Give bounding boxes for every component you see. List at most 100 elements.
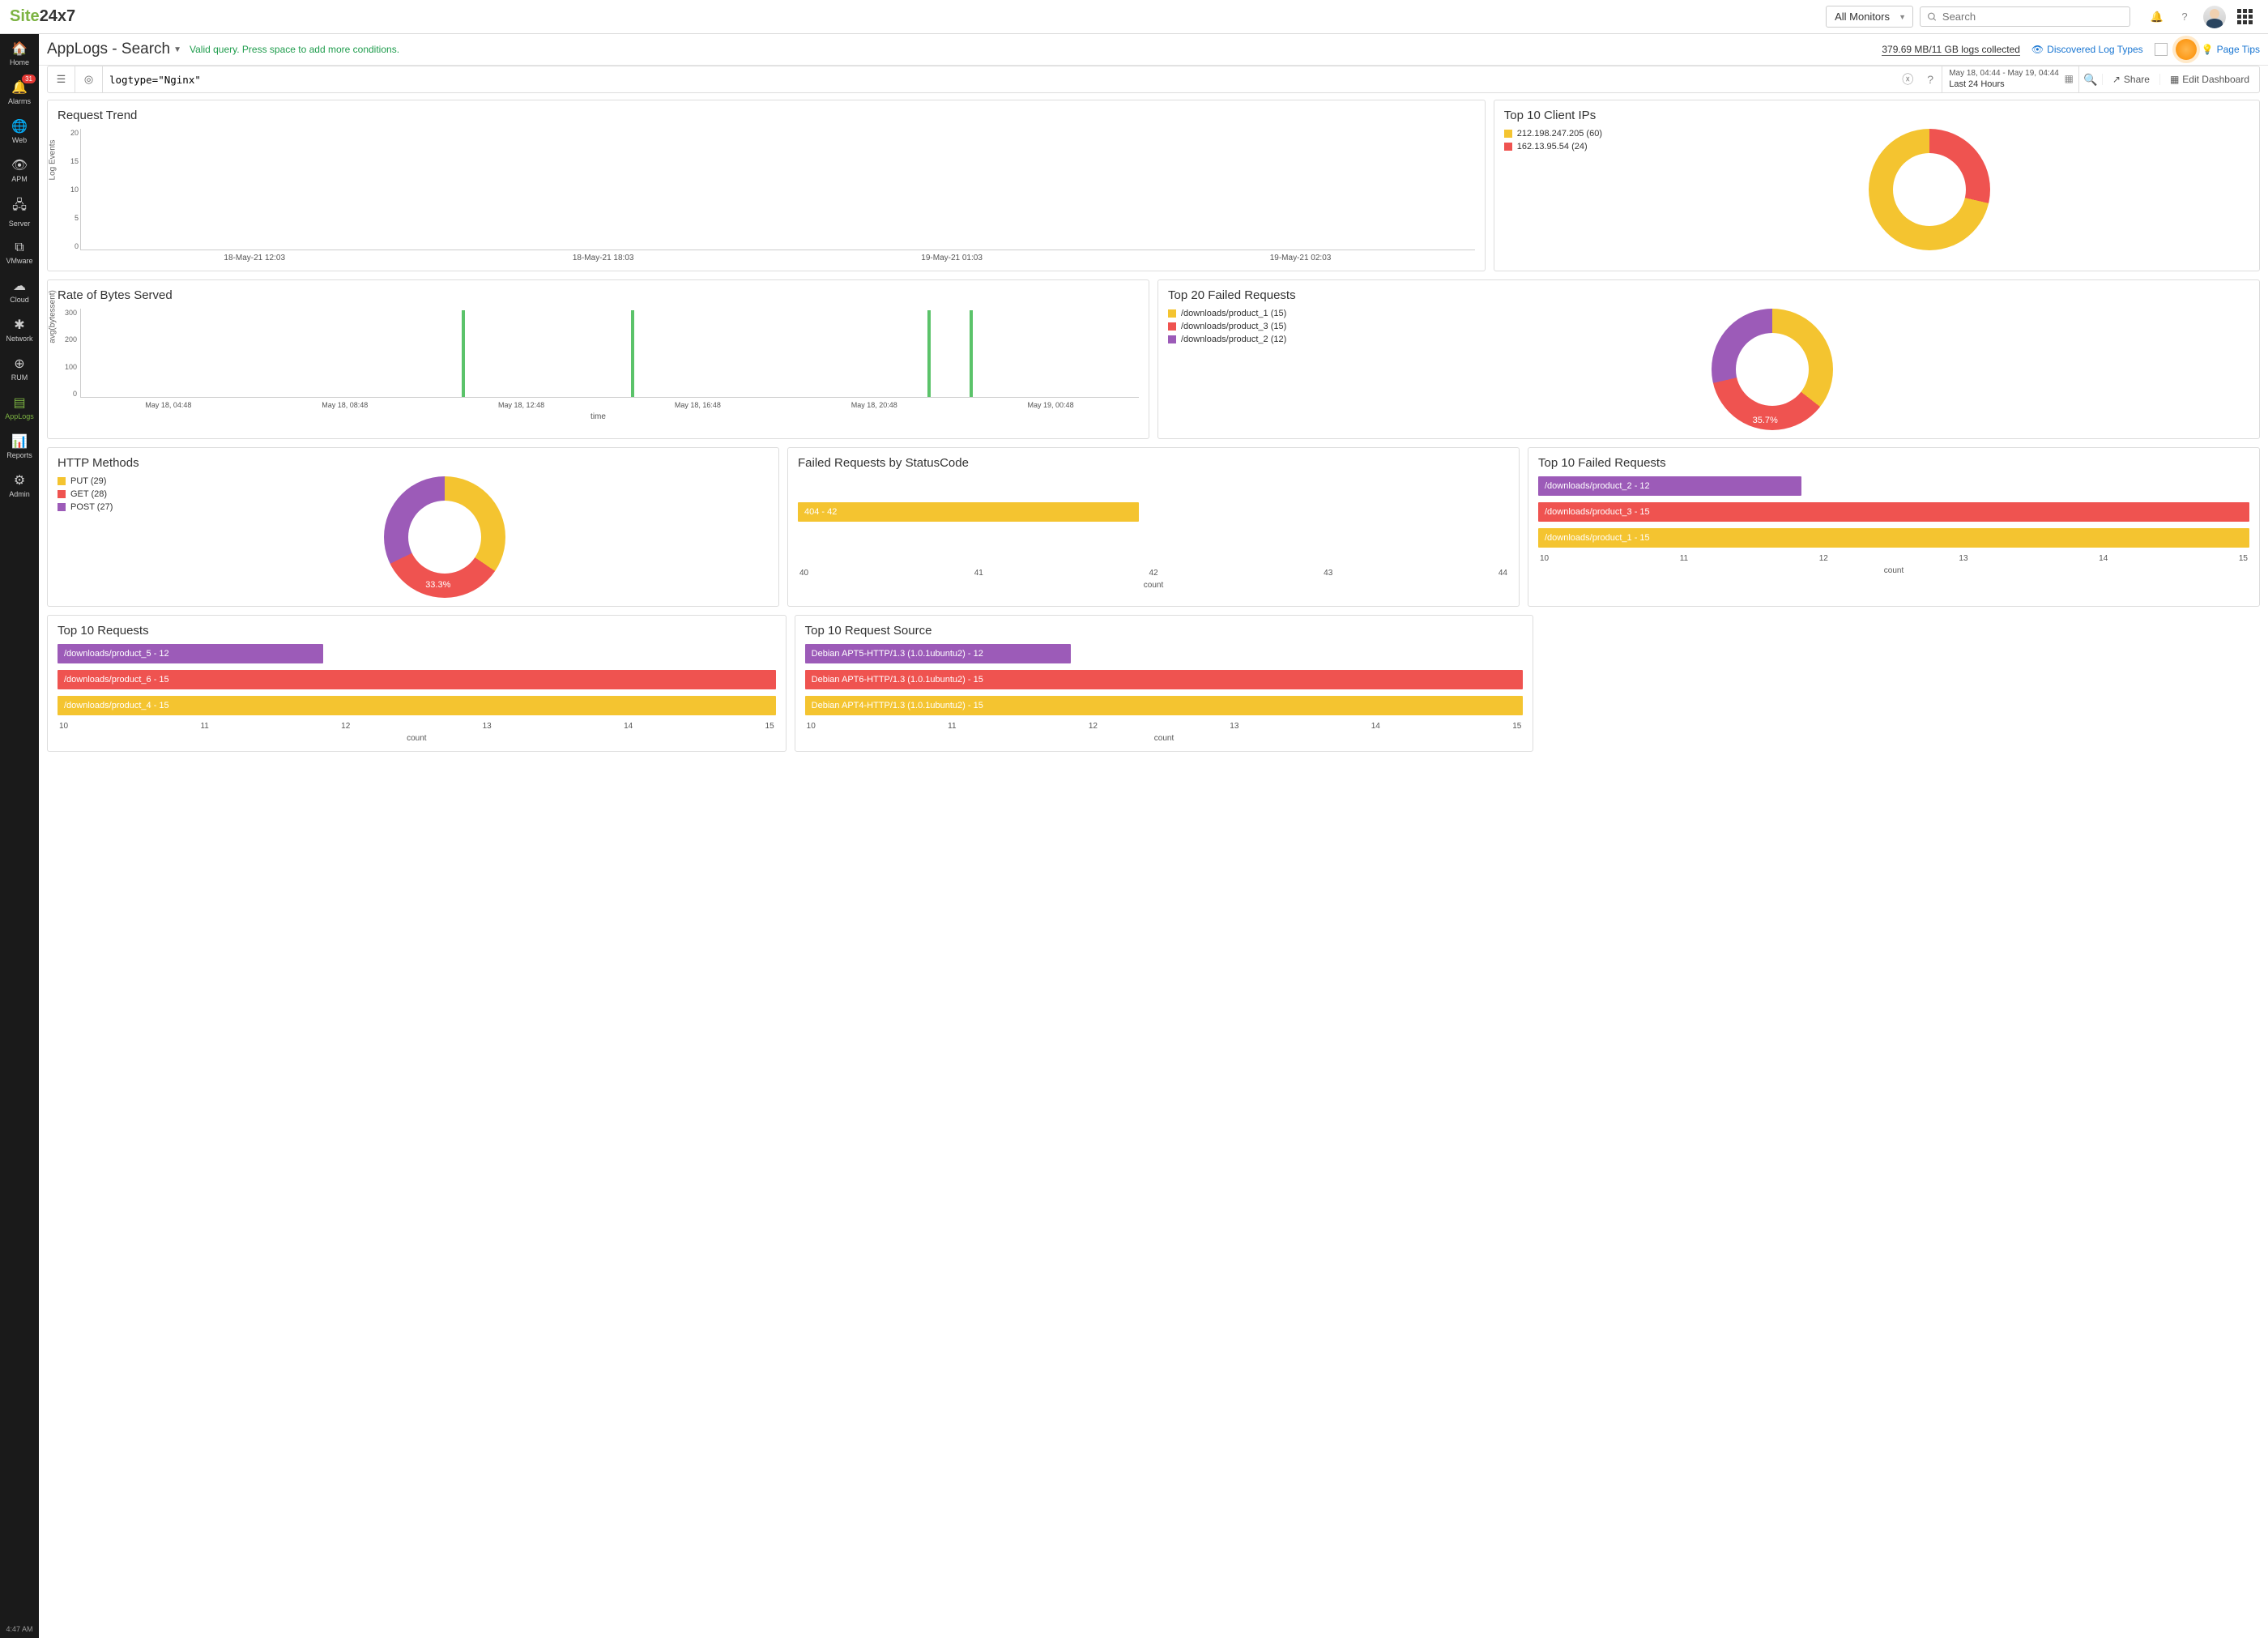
x-axis-ticks: 10 11 12 13 14 15 [1538,554,2249,563]
vm-icon: ⧉ [15,241,23,255]
hbar: Debian APT4-HTTP/1.3 (1.0.1ubuntu2) - 15 [805,696,1524,715]
cloud-icon: ☁ [13,278,26,294]
clear-query-icon[interactable]: ⓧ [1896,71,1919,87]
lightbulb-icon: 💡 [2202,44,2214,55]
card-title: Top 10 Requests [58,624,776,638]
logs-icon: ▤ [13,395,25,411]
sidebar-item-label: Admin [9,490,30,498]
card-request-source: Top 10 Request Source Debian APT5-HTTP/1… [795,615,1534,752]
logs-usage[interactable]: 379.69 MB/11 GB logs collected [1882,44,2020,56]
x-axis-label: time [58,412,1139,421]
x-axis-ticks: 10 11 12 13 14 15 [58,722,776,731]
donut-slice-label: 33.3% [425,580,450,590]
grid-icon: ▦ [2170,74,2179,85]
query-valid-message: Valid query. Press space to add more con… [190,44,399,55]
card-failed-20: Top 20 Failed Requests /downloads/produc… [1157,279,2260,439]
sidebar-item-web[interactable]: 🌐Web [0,112,39,151]
logo-p2: 24x7 [40,7,76,25]
global-search[interactable] [1920,6,2130,27]
avatar[interactable] [2203,6,2226,28]
query-help-icon[interactable]: ? [1919,73,1942,86]
hbar: /downloads/product_2 - 12 [1538,476,1801,496]
search-icon [1927,11,1938,23]
swatch-icon [58,490,66,498]
donut-chart [1869,129,1990,250]
edit-dashboard-button[interactable]: ▦Edit Dashboard [2159,74,2259,85]
card-client-ips: Top 10 Client IPs 212.198.247.205 (60) 1… [1494,100,2260,271]
monitors-dropdown[interactable]: All Monitors [1826,6,1913,28]
card-title: Failed Requests by StatusCode [798,456,1509,470]
card-title: Top 10 Request Source [805,624,1524,638]
sidebar-item-rum[interactable]: ⊕RUM [0,349,39,388]
hbar: /downloads/product_6 - 15 [58,670,776,689]
query-input[interactable] [103,66,1896,92]
notification-icon[interactable]: 🔔 [2148,8,2166,26]
query-target-icon[interactable]: ◎ [75,66,103,92]
x-axis-label: count [1538,566,2249,575]
sidebar-item-applogs[interactable]: ▤AppLogs [0,388,39,427]
donut-slice-label: 35.7% [1753,416,1778,425]
search-input[interactable] [1942,11,2123,23]
sidebar-item-vmware[interactable]: ⧉ VMware [0,234,39,271]
legend: 212.198.247.205 (60) 162.13.95.54 (24) [1504,129,1602,155]
topbar: Site24x7 All Monitors 🔔 ? [0,0,2268,34]
sidebar-item-admin[interactable]: ⚙Admin [0,466,39,505]
spike-chart [80,309,1139,398]
card-title: Rate of Bytes Served [58,288,1139,302]
home-icon: 🏠 [11,41,28,57]
discovered-log-types-link[interactable]: 👁Discovered Log Types [2031,44,2143,55]
donut-chart: 33.3% [384,476,505,598]
swatch-icon [1504,143,1512,151]
x-axis-label: count [798,581,1509,590]
sidebar-time: 4:47 AM [0,1620,39,1638]
sidebar-item-reports[interactable]: 📊Reports [0,427,39,466]
querybar: ☰ ◎ ⓧ ? May 18, 04:44 - May 19, 04:44 La… [47,66,2260,93]
list-view-toggle[interactable]: ☰ [48,66,75,92]
swatch-icon [58,477,66,485]
server-icon: 🖧 [12,196,27,218]
sidebar: 🏠Home 🔔31Alarms 🌐Web 👁APM 🖧Server ⧉VMwar… [0,34,39,1638]
hbar: Debian APT6-HTTP/1.3 (1.0.1ubuntu2) - 15 [805,670,1524,689]
swatch-icon [1168,335,1176,343]
sidebar-item-label: Cloud [10,296,29,304]
sidebar-item-label: Home [10,58,29,66]
highlight-badge-icon[interactable] [2176,39,2197,60]
pin-icon[interactable] [2155,43,2168,56]
sidebar-item-label: AppLogs [5,412,34,420]
time-range-picker[interactable]: May 18, 04:44 - May 19, 04:44 Last 24 Ho… [1942,66,2079,92]
globe-icon: 🌐 [11,118,28,134]
x-axis-ticks: May 18, 04:48 May 18, 08:48 May 18, 12:4… [80,401,1139,409]
hbar: /downloads/product_1 - 15 [1538,528,2249,548]
logo[interactable]: Site24x7 [10,7,75,26]
binoculars-icon: 👁 [11,157,28,173]
page-tips-link[interactable]: 💡Page Tips [2202,44,2260,55]
swatch-icon [58,503,66,511]
bar-chart [80,129,1475,250]
run-search-icon[interactable]: 🔍 [2079,73,2102,87]
alarm-badge: 31 [22,75,36,83]
x-axis-ticks: 40 41 42 43 44 [798,569,1509,578]
hbar: /downloads/product_5 - 12 [58,644,323,663]
sidebar-item-label: Alarms [8,97,31,105]
apps-icon[interactable] [2236,8,2253,26]
share-icon: ↗ [2112,74,2121,85]
sidebar-item-apm[interactable]: 👁APM [0,151,39,190]
y-axis-label: Log Events [49,139,58,180]
share-button[interactable]: ↗Share [2102,74,2159,85]
chevron-down-icon[interactable]: ▼ [173,45,181,54]
status-bar: 404 - 42 [798,502,1139,522]
hbar: /downloads/product_4 - 15 [58,696,776,715]
sidebar-item-network[interactable]: ✱Network [0,310,39,349]
sidebar-item-server[interactable]: 🖧Server [0,190,39,234]
sidebar-item-home[interactable]: 🏠Home [0,34,39,73]
time-range-text: May 18, 04:44 - May 19, 04:44 [1949,68,2059,79]
logo-p1: Site [10,7,40,25]
sidebar-item-alarms[interactable]: 🔔31Alarms [0,73,39,112]
sidebar-item-label: VMware [6,257,32,265]
x-axis-label: count [58,734,776,743]
sidebar-item-cloud[interactable]: ☁ Cloud [0,271,39,310]
card-top-requests: Top 10 Requests /downloads/product_5 - 1… [47,615,787,752]
help-icon[interactable]: ? [2176,8,2193,26]
card-title: Top 20 Failed Requests [1168,288,2249,302]
y-axis-label: avg(bytessent) [49,290,58,343]
